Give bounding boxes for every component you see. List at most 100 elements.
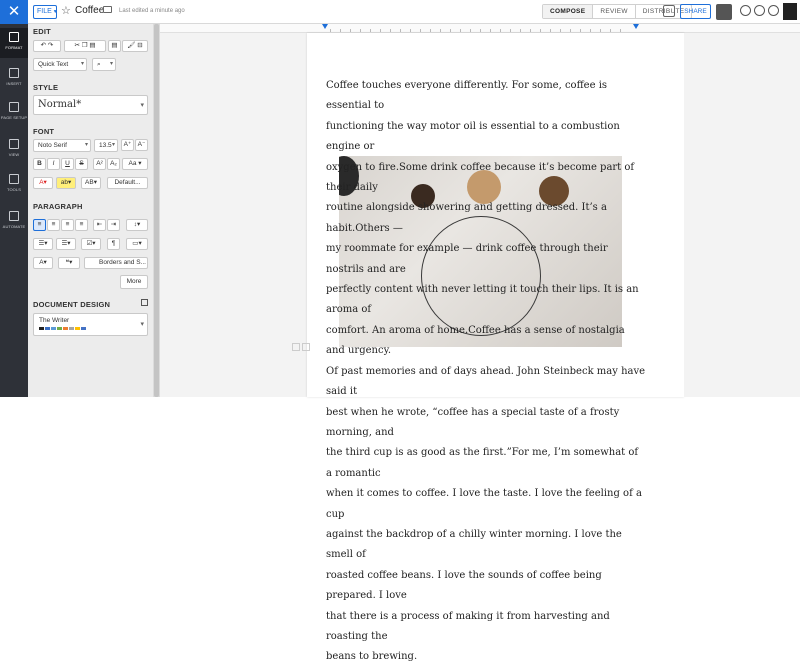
font-size-value: 13.5	[99, 142, 112, 149]
text-case-dropdown[interactable]: Aa ▾	[122, 158, 148, 170]
quick-text-dropdown[interactable]: Quick Text	[33, 58, 87, 71]
document-line[interactable]: routine alongside showering and getting …	[326, 198, 646, 239]
cut-copy-paste-group[interactable]: ✂ ❐ ▤	[64, 40, 106, 52]
left-indent-marker[interactable]	[322, 24, 328, 29]
align-center-icon[interactable]: ≡	[47, 219, 60, 231]
document-line[interactable]: Coffee touches everyone differently. For…	[326, 76, 646, 117]
paste-special-icon[interactable]: ▤	[108, 40, 121, 52]
document-line[interactable]: when it comes to coffee. I love the tast…	[326, 484, 646, 525]
document-body[interactable]: Coffee touches everyone differently. For…	[326, 76, 646, 668]
add-table-icon[interactable]	[302, 343, 310, 351]
paragraph-section-title: PARAGRAPH	[33, 202, 83, 211]
increase-indent-icon[interactable]: ⇥	[107, 219, 120, 231]
collaborators-icon[interactable]	[740, 5, 751, 16]
document-line[interactable]: against the backdrop of a chilly winter …	[326, 525, 646, 566]
ruler-tick	[370, 29, 371, 32]
chevron-down-icon: ▼	[52, 9, 58, 15]
nav-tools[interactable]: TOOLS	[0, 170, 28, 200]
more-paragraph-button[interactable]: More	[120, 275, 148, 289]
decrease-font-icon[interactable]: A⁻	[135, 139, 148, 151]
settings-gear-icon[interactable]	[768, 5, 779, 16]
share-button[interactable]: SHARE	[680, 4, 711, 19]
mode-compose[interactable]: COMPOSE	[543, 5, 594, 18]
color-swatch	[45, 327, 50, 330]
pilcrow-icon[interactable]: ¶	[107, 238, 120, 250]
color-swatch	[81, 327, 86, 330]
document-line[interactable]: beans to brewing.	[326, 647, 646, 667]
add-block-icon[interactable]	[292, 343, 300, 351]
align-right-icon[interactable]: ≡	[61, 219, 74, 231]
favorite-star-icon[interactable]: ☆	[61, 4, 71, 17]
close-app-icon[interactable]: ✕	[0, 0, 28, 24]
nav-automate[interactable]: AUTOMATE	[0, 207, 28, 237]
nav-page-setup[interactable]: PAGE SETUP	[0, 98, 28, 128]
add-element-controls[interactable]	[292, 343, 312, 351]
paragraph-style-dropdown[interactable]: Normal*	[33, 95, 148, 115]
color-swatch	[57, 327, 62, 330]
format-painter-group[interactable]: 🖌 ⊟	[122, 40, 148, 52]
ruler-tick	[610, 29, 611, 32]
panel-scrollbar[interactable]	[153, 24, 160, 397]
document-title[interactable]: Coffee	[75, 5, 104, 16]
justify-icon[interactable]: ≡	[75, 219, 88, 231]
nav-format[interactable]: FORMAT	[0, 28, 28, 58]
checklist-dropdown[interactable]: ☑▾	[81, 238, 101, 250]
document-design-dropdown[interactable]: The Writer	[33, 313, 148, 336]
undo-redo-group[interactable]: ↶ ↷	[33, 40, 61, 52]
bold-icon[interactable]: B	[33, 158, 46, 170]
file-menu-button[interactable]: FILE▼	[33, 5, 58, 19]
document-line[interactable]: that there is a process of making it fro…	[326, 607, 646, 648]
horizontal-ruler[interactable]	[160, 24, 800, 33]
line-spacing-dropdown[interactable]: ↕▾	[126, 219, 148, 231]
increase-font-icon[interactable]: A⁺	[121, 139, 134, 151]
ruler-tick	[360, 29, 361, 32]
ruler-tick	[380, 29, 381, 32]
text-direction-dropdown[interactable]: A▾	[33, 257, 53, 269]
nav-page-setup-label: PAGE SETUP	[0, 115, 28, 120]
ruler-tick	[510, 29, 511, 32]
nav-view[interactable]: VIEW	[0, 135, 28, 165]
find-replace-dropdown[interactable]: ⌕	[92, 58, 116, 71]
subscript-icon[interactable]: A₂	[107, 158, 120, 170]
numbered-list-dropdown[interactable]: ☰▾	[56, 238, 76, 250]
open-external-icon[interactable]	[141, 299, 148, 306]
mode-review[interactable]: REVIEW	[593, 5, 636, 18]
folder-icon[interactable]	[103, 6, 112, 13]
file-label: FILE	[37, 8, 52, 15]
document-line[interactable]: functioning the way motor oil is essenti…	[326, 117, 646, 158]
quote-dropdown[interactable]: ❝▾	[58, 257, 80, 269]
user-avatar[interactable]	[783, 3, 797, 20]
document-line[interactable]: roasted coffee beans. I love the sounds …	[326, 566, 646, 607]
decrease-indent-icon[interactable]: ⇤	[93, 219, 106, 231]
nav-insert[interactable]: INSERT	[0, 64, 28, 94]
present-icon[interactable]	[663, 5, 675, 17]
underline-icon[interactable]: U	[61, 158, 74, 170]
document-line[interactable]: oxygen to fire.Some drink coffee because…	[326, 158, 646, 199]
document-line[interactable]: my roommate for example — drink coffee t…	[326, 239, 646, 280]
paragraph-shading-dropdown[interactable]: ▭▾	[126, 238, 148, 250]
borders-shading-button[interactable]: Borders and S...	[84, 257, 148, 269]
strikethrough-icon[interactable]: S	[75, 158, 88, 170]
document-line[interactable]: Of past memories and of days ahead. John…	[326, 362, 646, 403]
document-line[interactable]: perfectly content with never letting it …	[326, 280, 646, 321]
font-color-dropdown[interactable]: A▾	[33, 177, 53, 189]
zia-assistant-icon[interactable]	[716, 4, 732, 20]
font-size-dropdown[interactable]: 13.5	[94, 139, 118, 152]
document-line[interactable]: the third cup is as good as the first.”F…	[326, 443, 646, 484]
character-spacing-dropdown[interactable]: AB▾	[81, 177, 101, 189]
highlight-color-dropdown[interactable]: ab▾	[56, 177, 76, 189]
ruler-tick	[520, 29, 521, 32]
align-left-icon[interactable]: ≡	[33, 219, 46, 231]
ruler-tick	[580, 29, 581, 32]
nav-tools-label: TOOLS	[7, 187, 21, 192]
right-indent-marker[interactable]	[633, 24, 639, 29]
panel-scrollbar-thumb[interactable]	[154, 24, 159, 397]
info-icon[interactable]	[754, 5, 765, 16]
document-line[interactable]: comfort. An aroma of home.Coffee has a s…	[326, 321, 646, 362]
font-family-dropdown[interactable]: Noto Serif	[33, 139, 91, 152]
bullet-list-dropdown[interactable]: ☰▾	[33, 238, 53, 250]
ruler-tick	[400, 29, 401, 32]
superscript-icon[interactable]: A²	[93, 158, 106, 170]
document-line[interactable]: best when he wrote, “coffee has a specia…	[326, 403, 646, 444]
italic-icon[interactable]: I	[47, 158, 60, 170]
